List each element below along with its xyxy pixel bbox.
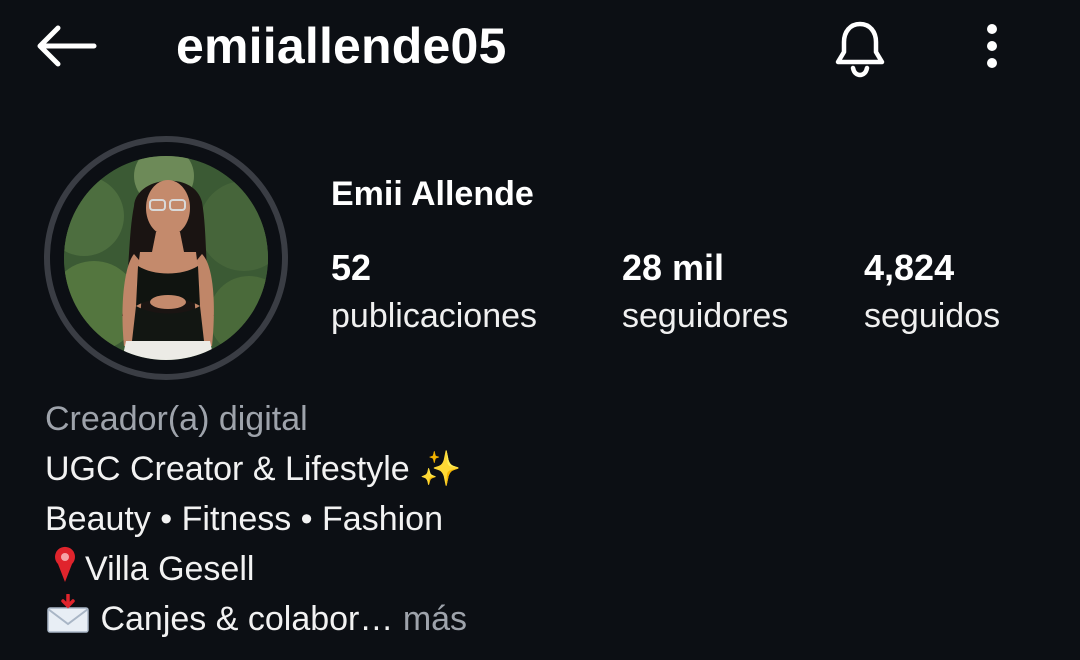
- profile-display-name: Emii Allende: [331, 175, 534, 213]
- profile-avatar[interactable]: [44, 136, 288, 380]
- stat-followers[interactable]: 28 mil seguidores: [622, 244, 788, 342]
- more-options-button[interactable]: [968, 18, 1016, 74]
- stat-following[interactable]: 4,824 seguidos: [864, 244, 1000, 342]
- stat-posts-value: 52: [331, 247, 372, 288]
- profile-username: emiiallende05: [176, 18, 507, 74]
- bell-icon: [835, 21, 885, 78]
- back-arrow-icon: [37, 25, 97, 67]
- profile-screen: emiiallende05 Emii Allende 52 publicacio…: [0, 0, 1080, 660]
- avatar-photo: [64, 156, 268, 360]
- stat-following-label: seguidos: [864, 297, 1001, 335]
- more-vertical-icon: [987, 24, 997, 68]
- stat-following-value: 4,824: [864, 247, 955, 288]
- stat-posts-label: publicaciones: [331, 297, 538, 335]
- pin-icon: [55, 546, 75, 582]
- bio-collab: Canjes & colabor…: [100, 600, 394, 638]
- bio-line-1: UGC Creator & Lifestyle ✨: [45, 450, 462, 488]
- stat-followers-label: seguidores: [622, 297, 789, 335]
- incoming-envelope-icon: [47, 594, 89, 633]
- notifications-button[interactable]: [826, 14, 894, 82]
- bio-more-link[interactable]: más: [403, 600, 467, 638]
- stat-followers-value: 28 mil: [622, 247, 725, 288]
- bio-line-3-row: Villa Gesell: [45, 544, 467, 594]
- profile-bio: Creador(a) digital UGC Creator & Lifesty…: [45, 394, 467, 644]
- bio-location: Villa Gesell: [85, 550, 255, 588]
- back-button[interactable]: [30, 18, 102, 74]
- stat-posts[interactable]: 52 publicaciones: [331, 244, 537, 342]
- bio-line-2: Beauty • Fitness • Fashion: [45, 500, 443, 538]
- bio-line-4-row: Canjes & colabor… más: [45, 594, 467, 644]
- bio-category: Creador(a) digital: [45, 400, 308, 438]
